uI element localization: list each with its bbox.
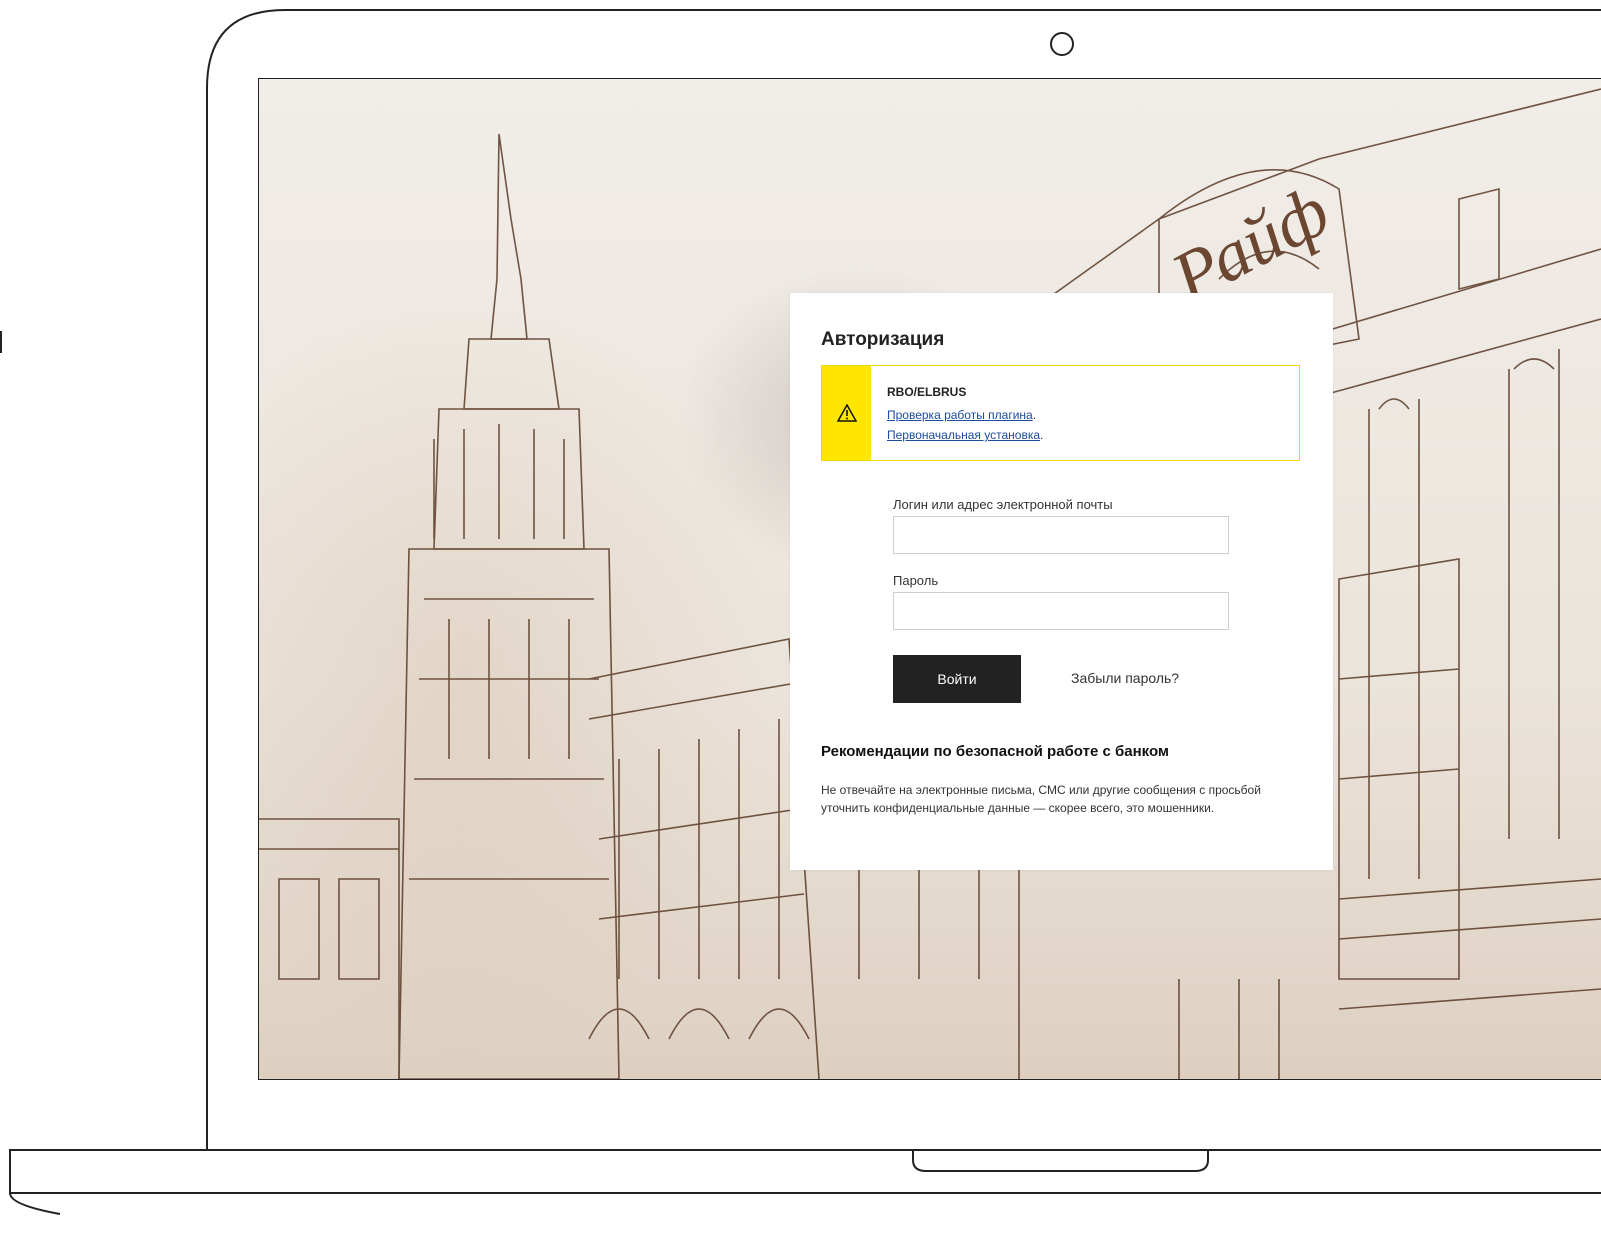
notice-title: RBO/ELBRUS: [887, 385, 967, 399]
login-button[interactable]: Войти: [893, 655, 1021, 703]
password-label: Пароль: [893, 573, 939, 588]
camera-icon: [1050, 32, 1074, 56]
password-input[interactable]: [893, 592, 1229, 630]
screen: Райф Авторизация RBO/ELBRUS Проверка раб…: [259, 79, 1601, 1079]
notice-line-plugin-check: Проверка работы плагина.: [887, 408, 1036, 422]
plugin-check-link[interactable]: Проверка работы плагина: [887, 408, 1033, 422]
initial-install-suffix: .: [1040, 428, 1044, 442]
plugin-check-suffix: .: [1032, 408, 1037, 422]
recommendations-title: Рекомендации по безопасной работе с банк…: [821, 743, 1170, 760]
login-input[interactable]: [893, 516, 1229, 554]
auth-card: Авторизация RBO/ELBRUS Проверка работы п…: [790, 293, 1333, 870]
auth-title: Авторизация: [821, 329, 945, 350]
plugin-notice: RBO/ELBRUS Проверка работы плагина. Перв…: [821, 365, 1300, 461]
trackpad-notch: [912, 1150, 1209, 1172]
notice-strip: [822, 366, 871, 460]
warning-icon: [836, 404, 857, 422]
forgot-password-link[interactable]: Забыли пароль?: [1071, 670, 1179, 686]
initial-install-link[interactable]: Первоначальная установка: [887, 428, 1040, 442]
login-label: Логин или адрес электронной почты: [893, 497, 1113, 512]
recommendations-text: Не отвечайте на электронные письма, СМС …: [821, 783, 1261, 815]
notice-line-initial-install: Первоначальная установка.: [887, 428, 1043, 442]
